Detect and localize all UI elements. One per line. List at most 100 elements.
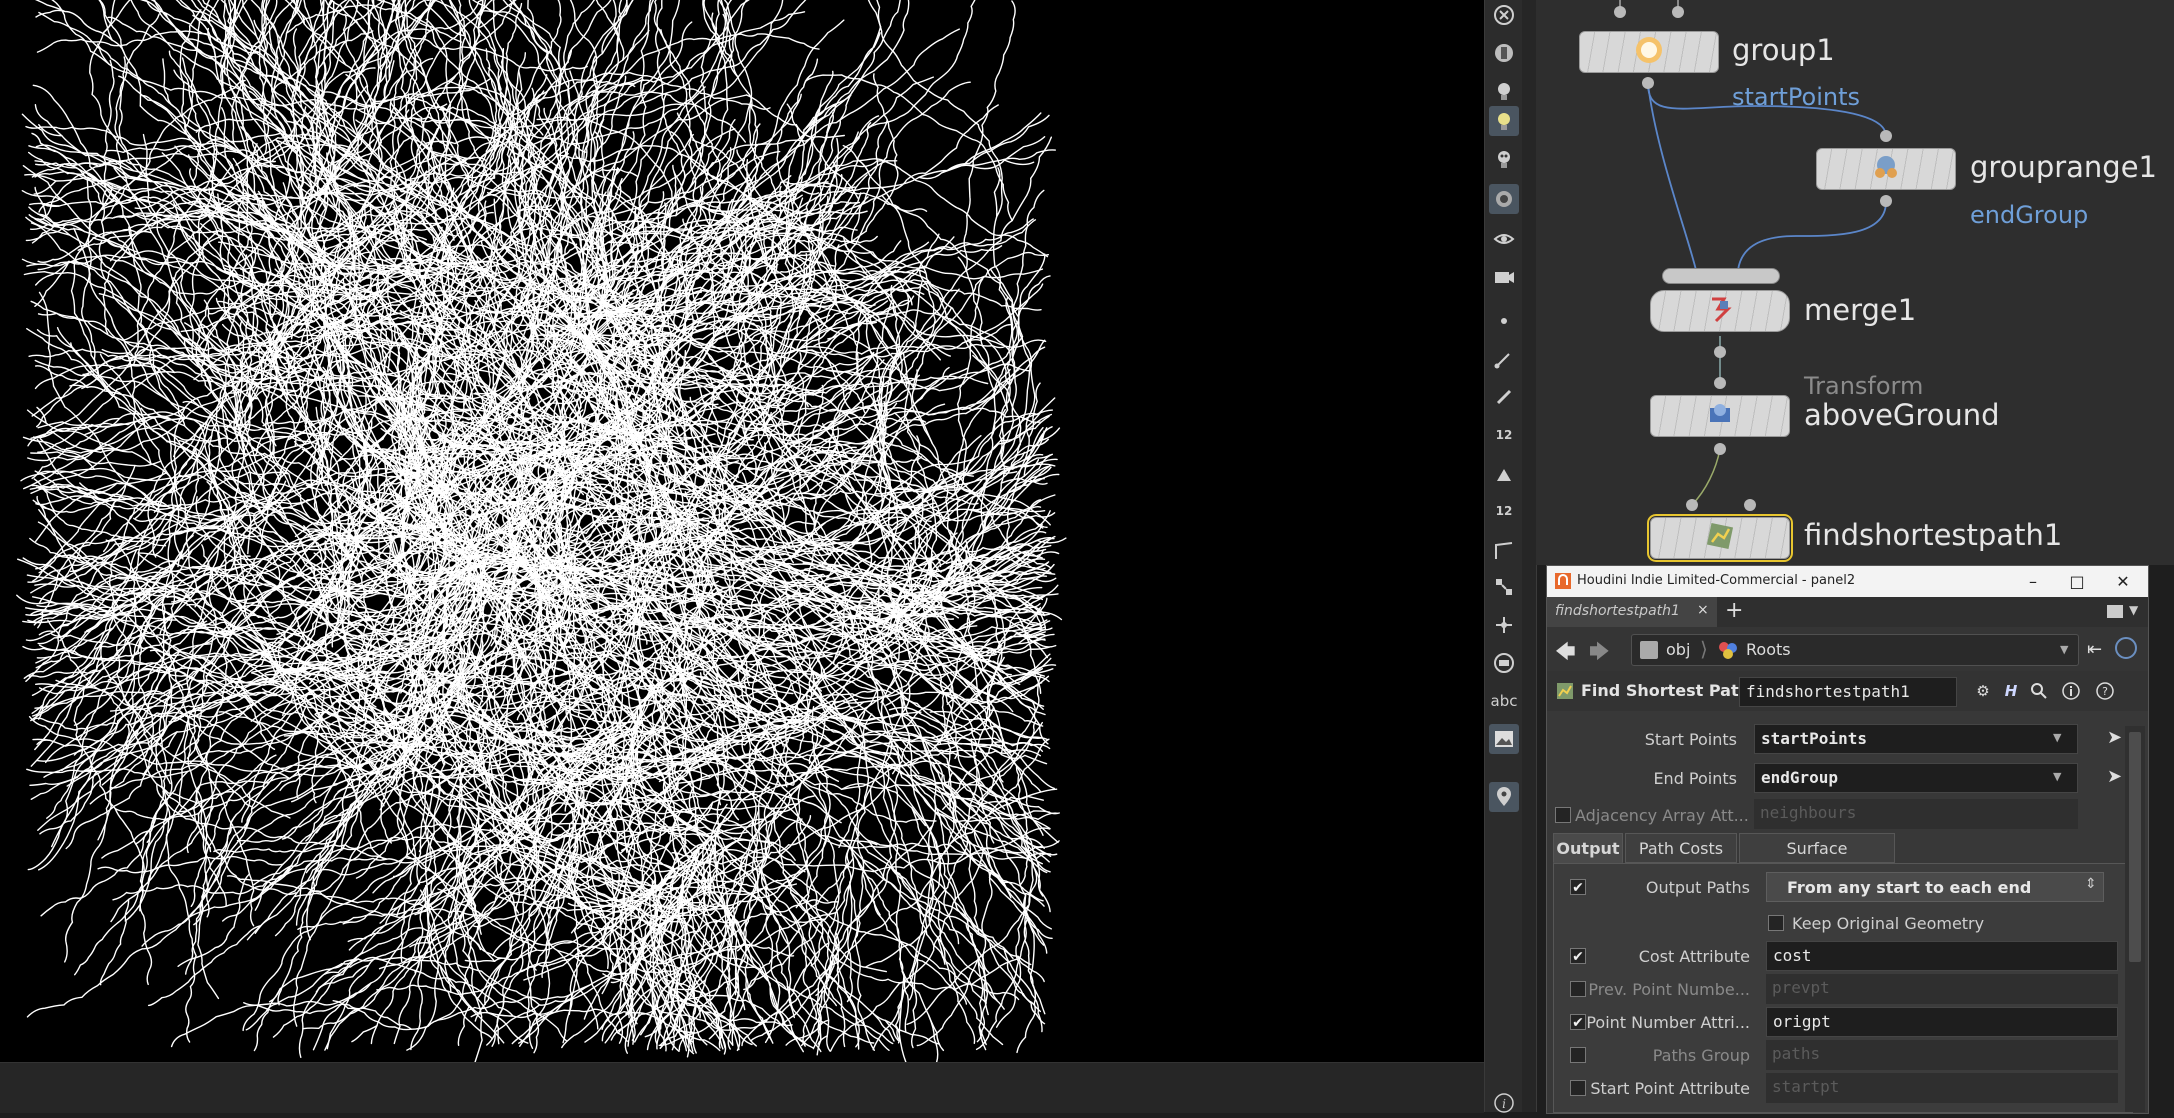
tab-output[interactable]: Output (1553, 833, 1623, 863)
path-field[interactable]: obj ⟩ Roots ▼ (1631, 634, 2079, 666)
node-aboveground[interactable] (1650, 395, 1790, 437)
point-icon[interactable] (1489, 306, 1519, 336)
curve-strand (97, 855, 284, 874)
pane-tab-findshortestpath1[interactable]: findshortestpath1 × (1547, 597, 1717, 627)
prim-icon[interactable] (1489, 460, 1519, 490)
path-roots[interactable]: Roots (1746, 640, 1791, 659)
start-points-select-arrow-icon[interactable]: ➤ (2107, 727, 2122, 748)
cost-attribute-field[interactable]: cost (1766, 941, 2118, 971)
vertex-icon[interactable] (1489, 572, 1519, 602)
node-label-findshortestpath1: findshortestpath1 (1804, 518, 2063, 552)
end-points-label: End Points (1653, 769, 1737, 788)
end-points-field[interactable]: endGroup (1754, 763, 2078, 793)
hull-icon[interactable] (1489, 610, 1519, 640)
shading-icon[interactable] (1489, 184, 1519, 214)
headlight-icon[interactable] (1489, 106, 1519, 136)
end-points-dropdown-icon[interactable]: ▼ (2053, 770, 2061, 783)
back-arrow-icon[interactable]: 🡄 (1555, 637, 1576, 671)
obj-context-icon (1640, 641, 1658, 659)
camera-icon[interactable] (1489, 262, 1519, 292)
node-label-aboveground: aboveGround (1804, 398, 2000, 432)
info-circle-icon[interactable] (2059, 679, 2083, 703)
search-icon[interactable] (2027, 679, 2051, 703)
minimize-icon[interactable]: – (2013, 569, 2053, 593)
start-points-label: Start Points (1644, 730, 1737, 749)
node-merge1[interactable] (1650, 290, 1790, 332)
curve-strand (185, 815, 352, 920)
node-grouprange1[interactable] (1816, 148, 1956, 190)
path-bar: 🡄 🡆 obj ⟩ Roots ▼ ⇤ (1547, 627, 2148, 672)
curve-strand (175, 0, 268, 55)
node-label-group1: group1 (1732, 33, 1835, 67)
background-image-icon[interactable] (1489, 724, 1519, 754)
snapping-icon[interactable] (1489, 38, 1519, 68)
node-label-merge1: merge1 (1804, 293, 1917, 327)
tab-path-costs[interactable]: Path Costs (1625, 833, 1737, 863)
link-icon[interactable] (2115, 637, 2137, 659)
curve-strand (34, 260, 70, 307)
maximize-icon[interactable]: □ (2057, 569, 2097, 593)
prim-number-icon[interactable]: 12 (1489, 496, 1519, 526)
edge-icon[interactable] (1489, 536, 1519, 566)
adjacency-checkbox[interactable] (1555, 807, 1571, 823)
adjacency-field[interactable]: neighbours (1754, 799, 2078, 829)
close-icon[interactable] (1489, 0, 1519, 30)
pin-icon[interactable]: ⇤ (2087, 639, 2102, 660)
window-title: Houdini Indie Limited-Commercial - panel… (1577, 573, 1856, 588)
merge-node-icon (1704, 293, 1736, 329)
node-findshortestpath1[interactable] (1647, 514, 1793, 562)
start-points-dropdown-icon[interactable]: ▼ (2053, 731, 2061, 744)
gear-icon[interactable]: ⚙ (1971, 679, 1995, 703)
merge-input-bar[interactable] (1662, 268, 1780, 284)
add-tab-icon[interactable]: + (1725, 598, 1743, 623)
tab-surface-constraints[interactable]: Surface Constraints (1739, 833, 1895, 888)
point-number-field[interactable]: origpt (1766, 1007, 2118, 1037)
pen-icon[interactable] (1489, 382, 1519, 412)
output-paths-menu[interactable]: From any start to each end ⇕ (1766, 872, 2104, 902)
window-close-icon[interactable]: ✕ (2103, 569, 2143, 593)
paths-group-field[interactable]: paths (1766, 1040, 2118, 1070)
group-node-icon (1633, 34, 1665, 70)
panel-scrollbar[interactable] (2125, 726, 2145, 1112)
node-name-field[interactable]: findshortestpath1 (1739, 677, 1957, 707)
text-icon[interactable]: abc (1489, 686, 1519, 716)
viewport-3d[interactable] (0, 0, 1484, 1064)
prev-point-field[interactable]: prevpt (1766, 974, 2118, 1004)
curve-strand (432, 151, 577, 332)
ghost-icon[interactable] (1489, 144, 1519, 174)
start-point-attr-label: Start Point Attribute (1590, 1079, 1750, 1098)
normal-icon[interactable] (1489, 344, 1519, 374)
curve-strand (73, 641, 132, 833)
info-icon[interactable]: i (1489, 1088, 1519, 1118)
node-group1[interactable] (1579, 31, 1719, 73)
curve-strand (21, 113, 183, 188)
help-question-icon[interactable]: ? (2093, 679, 2117, 703)
bounding-box-icon[interactable] (1489, 648, 1519, 678)
eye-icon[interactable] (1489, 224, 1519, 254)
curve-strand (865, 73, 899, 232)
path-dropdown-icon[interactable]: ▼ (2060, 643, 2068, 656)
abc-label: abc (1490, 692, 1518, 710)
network-editor[interactable]: group1 startPoints grouprange1 endGroup … (1536, 0, 2174, 565)
node-label-grouprange1: grouprange1 (1970, 150, 2157, 184)
tab-close-icon[interactable]: × (1697, 602, 1709, 618)
forward-arrow-icon[interactable]: 🡆 (1589, 637, 1610, 671)
houdini-help-icon[interactable]: H (1999, 679, 2023, 703)
start-points-field[interactable]: startPoints (1754, 724, 2078, 754)
curve-strand (99, 898, 130, 986)
point-number-icon[interactable]: 12 (1489, 420, 1519, 450)
end-points-select-arrow-icon[interactable]: ➤ (2107, 766, 2122, 787)
panel-scrollbar-thumb[interactable] (2129, 732, 2141, 962)
window-titlebar[interactable]: Houdini Indie Limited-Commercial - panel… (1547, 566, 2148, 597)
curve-strand (601, 0, 628, 55)
light-bulb-icon[interactable] (1489, 76, 1519, 106)
path-obj[interactable]: obj (1666, 640, 1690, 659)
pane-menu-chevron-icon[interactable]: ▼ (2129, 603, 2138, 617)
location-pin-icon[interactable] (1489, 782, 1519, 812)
pane-layout-icon[interactable] (2107, 605, 2123, 618)
curve-strand (275, 0, 302, 59)
keep-original-checkbox[interactable] (1768, 915, 1784, 931)
start-point-attr-field[interactable]: startpt (1766, 1073, 2118, 1103)
pane-splitter[interactable] (1522, 0, 1537, 1112)
point-number-label: Point Number Attri... (1586, 1013, 1750, 1032)
